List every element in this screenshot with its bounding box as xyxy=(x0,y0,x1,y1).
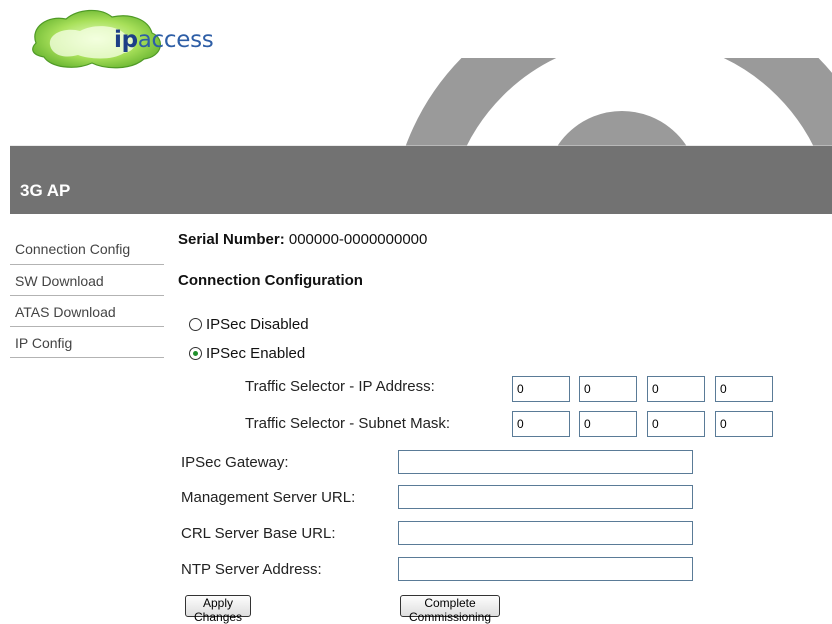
ipsec-enabled-label: IPSec Enabled xyxy=(206,345,306,362)
traffic-ip-octet-2[interactable] xyxy=(579,376,637,402)
traffic-mask-octet-3[interactable] xyxy=(647,411,705,437)
crl-server-base-url-input[interactable] xyxy=(398,521,693,545)
traffic-mask-octet-1[interactable] xyxy=(512,411,570,437)
ipsec-gateway-input[interactable] xyxy=(398,450,693,474)
traffic-ip-octet-4[interactable] xyxy=(715,376,773,402)
complete-commissioning-button[interactable]: Complete Commissioning xyxy=(400,595,501,624)
serial-label: Serial Number: xyxy=(178,231,285,248)
ipsec-gateway-label: IPSec Gateway: xyxy=(181,454,289,471)
ipsec-disabled-option[interactable]: IPSec Disabled xyxy=(189,316,309,333)
ipsec-enabled-option[interactable]: IPSec Enabled xyxy=(189,345,305,362)
logo-text: ipaccess xyxy=(114,27,214,53)
serial-value: 000000-0000000000 xyxy=(288,231,428,248)
traffic-ip-octet-1[interactable] xyxy=(512,376,570,402)
ipsec-enabled-radio[interactable] xyxy=(189,347,202,360)
sidebar-item-ip-config[interactable]: IP Config xyxy=(10,327,164,358)
traffic-mask-label: Traffic Selector - Subnet Mask: xyxy=(245,415,451,432)
traffic-ip-octet-3[interactable] xyxy=(647,376,705,402)
traffic-mask-octet-2[interactable] xyxy=(579,411,637,437)
ntp-server-address-input[interactable] xyxy=(398,557,693,581)
management-server-url-input[interactable] xyxy=(398,485,693,509)
traffic-mask-octet-4[interactable] xyxy=(715,411,773,437)
ntp-server-address-label: NTP Server Address: xyxy=(181,561,322,578)
sidebar-item-atas-download[interactable]: ATAS Download xyxy=(10,296,164,327)
traffic-ip-label: Traffic Selector - IP Address: xyxy=(245,378,435,395)
ipsec-disabled-radio[interactable] xyxy=(189,318,202,331)
apply-changes-button[interactable]: Apply Changes xyxy=(185,595,252,624)
serial-number: Serial Number: 000000-0000000000 xyxy=(178,231,427,248)
sidebar: Connection Config SW Download ATAS Downl… xyxy=(10,232,164,358)
ipsec-disabled-label: IPSec Disabled xyxy=(206,316,309,333)
management-server-url-label: Management Server URL: xyxy=(181,489,356,506)
banner-arc-graphic xyxy=(10,58,832,148)
sidebar-item-sw-download[interactable]: SW Download xyxy=(10,265,164,296)
header-bar: 3G AP xyxy=(10,146,832,214)
crl-server-base-url-label: CRL Server Base URL: xyxy=(181,525,336,542)
sidebar-item-connection-config[interactable]: Connection Config xyxy=(10,232,164,265)
page-title: 3G AP xyxy=(20,181,71,200)
section-title: Connection Configuration xyxy=(178,272,363,289)
